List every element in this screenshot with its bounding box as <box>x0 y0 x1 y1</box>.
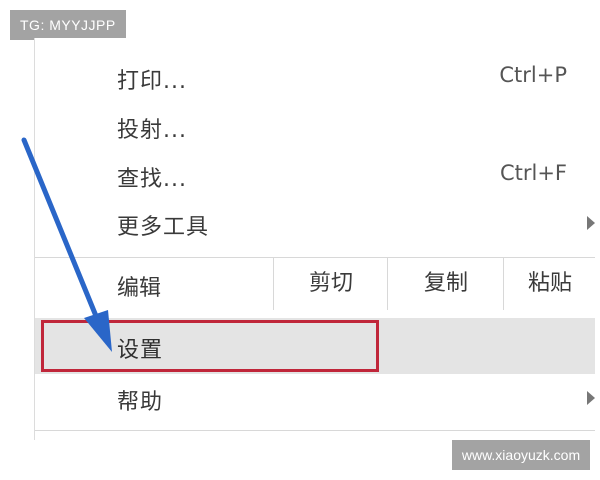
screenshot-page: TG: MYYJJPP 打印... Ctrl+P 投射... 查找... Ctr… <box>0 0 600 480</box>
menu-item-label: 更多工具 <box>117 215 210 240</box>
menu-item-label: 帮助 <box>117 390 164 415</box>
paste-button[interactable]: 粘贴 <box>503 258 596 310</box>
menu-item-label: 投射... <box>117 118 187 143</box>
chevron-right-icon <box>587 216 595 230</box>
edit-label: 编辑 <box>117 276 162 301</box>
menu-item-label: 设置 <box>117 338 164 363</box>
menu-bottom-divider <box>35 430 595 431</box>
chevron-right-icon <box>587 391 595 405</box>
menu-item-find[interactable]: 查找... Ctrl+F <box>35 153 595 197</box>
menu-item-label: 查找... <box>117 167 187 192</box>
browser-menu: 打印... Ctrl+P 投射... 查找... Ctrl+F 更多工具 编辑 … <box>34 38 595 440</box>
copy-button[interactable]: 复制 <box>387 258 504 310</box>
menu-item-help[interactable]: 帮助 <box>35 376 595 420</box>
shortcut-label: Ctrl+P <box>499 63 567 87</box>
menu-item-label: 打印... <box>117 69 187 94</box>
menu-item-more-tools[interactable]: 更多工具 <box>35 201 595 245</box>
edit-row: 编辑 剪切 复制 粘贴 <box>35 258 595 310</box>
shortcut-label: Ctrl+F <box>499 161 567 185</box>
menu-item-settings[interactable]: 设置 <box>35 318 595 374</box>
watermark-top-left: TG: MYYJJPP <box>10 10 126 40</box>
menu-item-print[interactable]: 打印... Ctrl+P <box>35 55 595 99</box>
watermark-bottom-right: www.xiaoyuzk.com <box>452 440 590 470</box>
cut-button[interactable]: 剪切 <box>273 258 388 310</box>
menu-item-cast[interactable]: 投射... <box>35 104 595 148</box>
